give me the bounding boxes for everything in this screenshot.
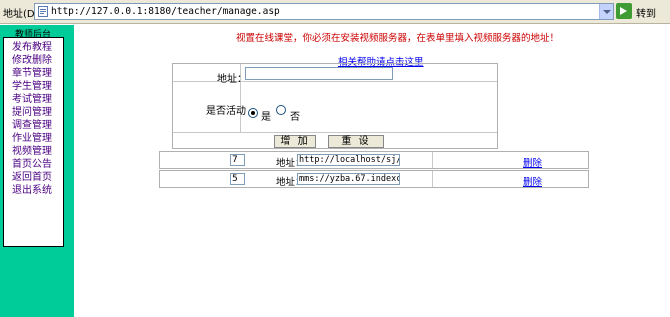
sidebar-item-exams[interactable]: 考试管理 [12,94,52,106]
notice-text: 视置在线课堂，你必须在安装视频服务器，在表单里填入视频服务器的地址！ [236,33,560,44]
sidebar-item-homework[interactable]: 作业管理 [12,133,52,145]
active-yes-label: 是 [261,112,271,123]
server-url-input[interactable]: http://localhost/sj/c [297,154,400,166]
server-url-input[interactable]: mms://yzba.67.indexcn [297,173,400,185]
sidebar-menu: 发布教程 修改删除 章节管理 学生管理 考试管理 提问管理 调查管理 作业管理 … [3,37,64,247]
active-label: 是否活动 [206,106,246,117]
sidebar-item-questions[interactable]: 提问管理 [12,107,52,119]
address-field-label: 地址： [217,74,247,85]
sidebar-item-publish-tutorial[interactable]: 发布教程 [12,42,52,54]
column-divider [432,171,433,187]
go-label: 转到 [636,9,656,20]
sidebar-item-students[interactable]: 学生管理 [12,81,52,93]
address-input[interactable]: http://127.0.0.1:8180/teacher/manage.asp [34,3,614,20]
sort-order-input[interactable]: 7 [230,154,245,166]
server-row: 7 地址： http://localhost/sj/c 删除 [159,151,589,169]
sidebar-item-chapters[interactable]: 章节管理 [12,68,52,80]
chevron-down-icon[interactable] [599,4,613,19]
video-server-form: 地址： 是否活动 是 否 增 加 重 设 [172,63,498,149]
go-arrow-icon [616,3,632,19]
sidebar-item-edit-delete[interactable]: 修改删除 [12,55,52,67]
sidebar-item-announcement[interactable]: 首页公告 [12,159,52,171]
delete-link[interactable]: 删除 [523,174,542,188]
row-divider [173,132,497,133]
sidebar-item-surveys[interactable]: 调查管理 [12,120,52,132]
active-no-radio[interactable] [276,105,286,115]
go-button[interactable]: 转到 [616,3,668,20]
sidebar-item-logout[interactable]: 退出系统 [12,185,52,197]
sidebar-item-videos[interactable]: 视频管理 [12,146,52,158]
delete-link[interactable]: 删除 [523,155,542,169]
active-no-label: 否 [290,112,300,123]
active-yes-radio[interactable] [248,108,258,118]
reset-button[interactable]: 重 设 [328,135,384,148]
sidebar: 教师后台 发布教程 修改删除 章节管理 学生管理 考试管理 提问管理 调查管理 … [0,25,74,317]
address-field[interactable] [245,67,393,80]
sort-order-input[interactable]: 5 [230,173,245,185]
address-url: http://127.0.0.1:8180/teacher/manage.asp [51,6,280,17]
page-icon [38,6,48,17]
add-button[interactable]: 增 加 [274,135,316,148]
server-row: 5 地址： mms://yzba.67.indexcn 删除 [159,170,589,188]
address-bar: 地址(D) http://127.0.0.1:8180/teacher/mana… [0,0,670,24]
column-divider [432,152,433,168]
sidebar-item-home[interactable]: 返回首页 [12,172,52,184]
